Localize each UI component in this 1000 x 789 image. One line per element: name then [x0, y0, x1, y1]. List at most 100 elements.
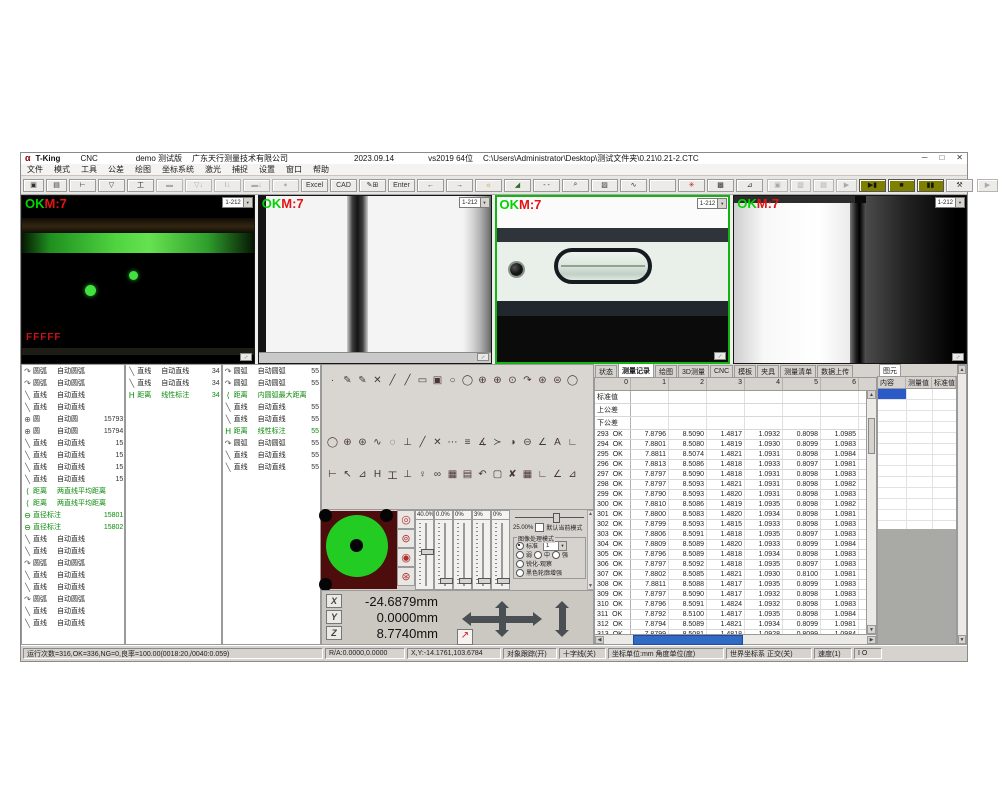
measure-tool-icon[interactable]: ∟ [565, 435, 580, 449]
slider-thumb[interactable] [478, 578, 491, 584]
options-scrollbar[interactable]: ▲▼ [587, 510, 594, 590]
feature-item[interactable]: ⊖直径标注15802 [22, 521, 124, 533]
edit-tool-icon[interactable]: 工 [385, 467, 400, 481]
open-button[interactable]: ▤ [46, 179, 67, 192]
edit-tool-icon[interactable]: ↶ [475, 467, 490, 481]
measurement-row[interactable]: 293OK 7.8796 8.5090 1.4817 1.0932 0.8098… [595, 430, 876, 440]
star-marker-button[interactable]: ✳ [678, 179, 705, 192]
measure-tool-icon[interactable]: ▭ [415, 373, 430, 387]
feature-item[interactable]: ╲直线自动直线15 [22, 437, 124, 449]
menu-item[interactable]: 模式 [54, 164, 70, 175]
run-to-end-button[interactable]: ▶▮ [859, 179, 886, 192]
record-tab[interactable]: 状态 [595, 365, 617, 377]
measure-tool-icon[interactable]: ⊙ [505, 373, 520, 387]
edit-tool-icon[interactable]: ▢ [490, 467, 505, 481]
menu-item[interactable]: 工具 [81, 164, 97, 175]
feature-item[interactable]: ╲直线自动直线55 [223, 413, 320, 425]
chart-button[interactable]: ⊿ [736, 179, 763, 192]
ring-segment-button[interactable]: ◉ [397, 548, 415, 567]
report-button[interactable]: ✎⊞ [359, 179, 386, 192]
feature-item[interactable]: ↷圆弧自动圆弧 [22, 365, 124, 377]
edit-tool-icon[interactable]: ⊢ [325, 467, 340, 481]
light-slider[interactable] [472, 520, 491, 590]
selected-cell[interactable] [878, 389, 906, 399]
scroll-right-icon[interactable]: ▶ [867, 636, 876, 644]
feature-item[interactable]: ╲直线自动直线55 [223, 461, 320, 473]
focus-down-button[interactable]: I↓ [214, 179, 241, 192]
measure-tool-icon[interactable]: ∡ [475, 435, 490, 449]
record-tab[interactable]: 绘图 [655, 365, 677, 377]
feature-item[interactable]: ↷圆弧自动圆弧55 [223, 377, 320, 389]
edit-tool-icon[interactable]: ▤ [460, 467, 475, 481]
jog-vertical-arrow[interactable] [499, 608, 506, 630]
measure-tool-icon[interactable]: ✎ [340, 373, 355, 387]
feature-item[interactable]: ╲直线自动直线55 [223, 449, 320, 461]
measure-tool-icon[interactable]: ✕ [370, 373, 385, 387]
measurement-row[interactable]: 299OK 7.8790 8.5093 1.4820 1.0931 0.8098… [595, 490, 876, 500]
measure-tool-icon[interactable]: ⊕ [475, 373, 490, 387]
feature-item[interactable]: ╲直线自动直线 [22, 545, 124, 557]
resize-grip-icon[interactable]: ↔ [240, 353, 252, 361]
measure-tool-icon[interactable]: ╱ [385, 373, 400, 387]
edit-tool-icon[interactable]: ▦ [445, 467, 460, 481]
execute-button[interactable]: ⚒ [946, 179, 973, 192]
measurement-row[interactable]: 298OK 7.8797 8.5093 1.4821 1.0931 0.8098… [595, 480, 876, 490]
menu-item[interactable]: 窗口 [286, 164, 302, 175]
save-button[interactable]: ▣ [23, 179, 44, 192]
window-vscrollbar[interactable]: ▲ ▼ [957, 364, 967, 645]
feature-item[interactable]: ⊖直径标注15801 [22, 509, 124, 521]
menu-item[interactable]: 文件 [27, 164, 43, 175]
feature-item[interactable]: ⊕圆自动圆15793 [22, 413, 124, 425]
camera-lens-select[interactable]: 1-212▼ [697, 198, 727, 209]
feature-item[interactable]: ↷圆弧自动圆弧55 [223, 365, 320, 377]
arrow-right-button[interactable]: → [446, 179, 473, 192]
jog-z-arrow[interactable] [559, 608, 566, 630]
measurement-row[interactable]: 310OK 7.8796 8.5091 1.4824 1.0932 0.8098… [595, 600, 876, 610]
edit-tool-icon[interactable]: ♀ [415, 467, 430, 481]
edit-tool-icon[interactable]: ∠ [550, 467, 565, 481]
default-mode-checkbox[interactable] [535, 523, 544, 532]
probe-down-button[interactable]: ▽↓ [185, 179, 212, 192]
camera-lens-select[interactable]: 1-212▼ [935, 197, 965, 208]
menu-item[interactable]: 捕捉 [232, 164, 248, 175]
measure-tool-icon[interactable]: ╱ [400, 373, 415, 387]
feature-item[interactable]: ╲直线自动直线15 [22, 461, 124, 473]
radio-standard[interactable] [516, 542, 524, 550]
measurement-row[interactable]: 309OK 7.8797 8.5090 1.4817 1.0932 0.8098… [595, 590, 876, 600]
pause-button[interactable]: ▮▮ [917, 179, 944, 192]
resize-grip-icon[interactable]: ↔ [952, 353, 964, 361]
measure-tool-icon[interactable]: ╱ [415, 435, 430, 449]
feature-item[interactable]: ╲直线自动直线34 [126, 377, 220, 389]
edit-tool-icon[interactable]: ▦ [520, 467, 535, 481]
scroll-down-icon[interactable]: ▼ [588, 583, 593, 589]
feature-item[interactable]: ╲直线自动直线 [22, 389, 124, 401]
curve-button[interactable]: ∿ [620, 179, 647, 192]
spec-row[interactable]: 下公差 [595, 417, 876, 430]
radio-strong[interactable] [552, 551, 560, 559]
edit-tool-icon[interactable]: ∞ [430, 467, 445, 481]
stop-button[interactable]: ■ [888, 179, 915, 192]
measure-tool-icon[interactable]: ✕ [430, 435, 445, 449]
measure-tool-icon[interactable]: ≡ [460, 435, 475, 449]
feature-item[interactable]: ⊕圆自动圆15794 [22, 425, 124, 437]
camera-view-2[interactable]: OKM:7 1-212▼ ↔ [258, 195, 492, 364]
edit-tool-icon[interactable]: ✘ [505, 467, 520, 481]
measurement-row[interactable]: 297OK 7.8797 8.5090 1.4818 1.0931 0.8098… [595, 470, 876, 480]
feature-item[interactable]: ↷圆弧自动圆弧 [22, 557, 124, 569]
feature-item[interactable]: ╲直线自动直线34 [126, 365, 220, 377]
camera-lens-select[interactable]: 1-212▼ [459, 197, 489, 208]
edge-tool-button[interactable]: 工 [127, 179, 154, 192]
measurement-row[interactable]: 311OK 7.8792 8.5100 1.4817 1.0935 0.8098… [595, 610, 876, 620]
record-tab[interactable]: 数据上传 [817, 365, 853, 377]
measurement-row[interactable]: 301OK 7.8800 8.5083 1.4820 1.0934 0.8098… [595, 510, 876, 520]
feature-item[interactable]: ╲直线自动直线55 [223, 401, 320, 413]
light-slider[interactable] [415, 520, 434, 590]
camera-lens-select[interactable]: 1-212▼ [222, 197, 252, 208]
hscroll-thumb[interactable] [633, 635, 743, 645]
edit-tool-icon[interactable]: ↖ [340, 467, 355, 481]
light-slider[interactable] [491, 520, 510, 590]
feature-item[interactable]: ↷圆弧自动圆弧55 [223, 437, 320, 449]
measure-tool-icon[interactable]: A [550, 435, 565, 449]
measure-tool-icon[interactable]: ✎ [355, 373, 370, 387]
play-button[interactable]: ▶ [836, 179, 857, 192]
